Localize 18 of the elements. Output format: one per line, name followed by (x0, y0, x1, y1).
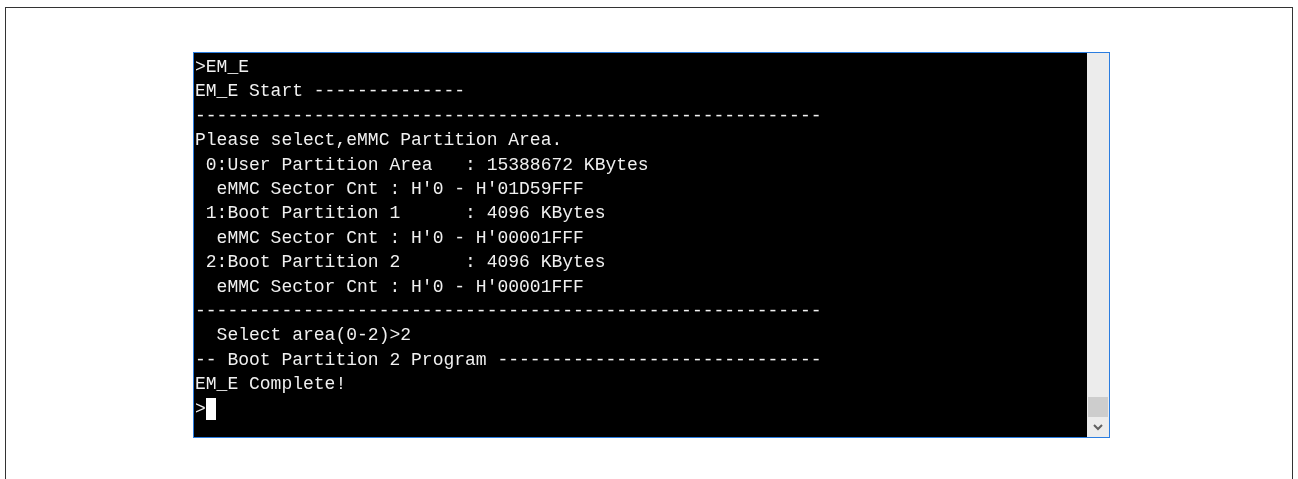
console-line: Select area(0-2)>2 (215, 324, 412, 348)
console-line: >EM_E (195, 56, 249, 79)
console-line: -- Boot Partition 2 Program ------------------------------ (195, 348, 822, 372)
console-line: ---------------------------------------------------------- (195, 300, 822, 324)
console-line: 1:Boot Partition 1 : 4096 KBytes (204, 202, 606, 226)
console-line: ---------------------------------------------------------- (195, 104, 822, 128)
console-line: eMMC Sector Cnt : H'0 - H'01D59FFF (215, 178, 584, 202)
scrollbar[interactable] (1087, 53, 1109, 437)
console-line: Please select,eMMC Partition Area. (195, 129, 563, 153)
console-line: EM_E Complete! (195, 373, 347, 397)
scrollbar-thumb[interactable] (1088, 397, 1108, 417)
cursor (205, 397, 216, 420)
console-line: 0:User Partition Area : 15388672 KBytes (204, 153, 649, 177)
console-line: EM_E Start -------------- (195, 80, 466, 104)
console-line: eMMC Sector Cnt : H'0 - H'00001FFF (215, 226, 584, 250)
prompt: > (195, 397, 206, 421)
console-line: 2:Boot Partition 2 : 4096 KBytes (204, 251, 606, 275)
console-line: eMMC Sector Cnt : H'0 - H'00001FFF (215, 275, 584, 299)
